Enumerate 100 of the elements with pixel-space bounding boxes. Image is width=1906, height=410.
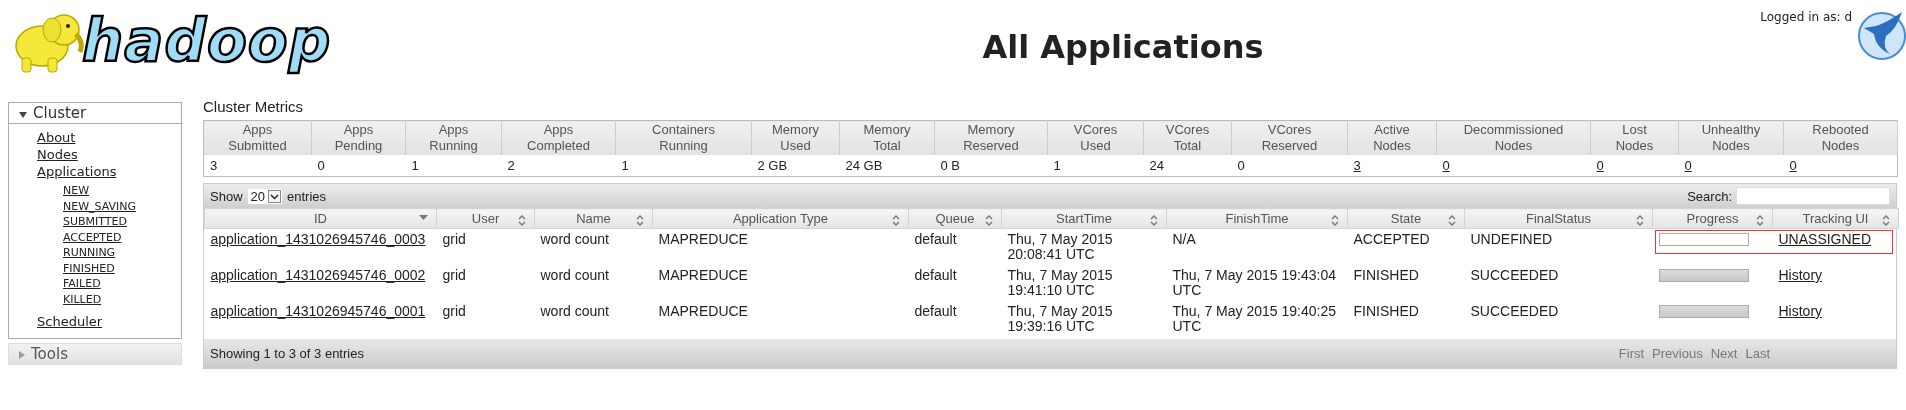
metric-value: 0	[317, 158, 325, 173]
metric-value: 2	[507, 158, 515, 173]
metric-header: Unhealthy Nodes	[1678, 120, 1784, 155]
page-size-select[interactable]: 20	[247, 188, 282, 204]
sort-icon	[1882, 215, 1890, 226]
table-cell: Thu, 7 May 2015 19:41:10 UTC	[1007, 267, 1113, 298]
metric-header: Apps Pending	[311, 120, 406, 155]
state-filter-link[interactable]: KILLED	[63, 291, 102, 307]
tracking-link[interactable]: UNASSIGNED	[1778, 231, 1872, 247]
state-filter-link[interactable]: ACCEPTED	[63, 229, 122, 245]
column-header[interactable]: Name	[534, 208, 653, 229]
metric-value: 3	[210, 158, 218, 173]
metric-header: Rebooted Nodes	[1783, 120, 1898, 155]
state-filter-link[interactable]: SUBMITTED	[63, 214, 127, 230]
state-filter-link[interactable]: NEW_SAVING	[63, 198, 137, 214]
metric-header: Containers Running	[615, 120, 752, 155]
application-id-link[interactable]: application_1431026945746_0003	[210, 231, 426, 247]
table-cell: grid	[442, 303, 466, 319]
column-header[interactable]: Progress	[1652, 208, 1773, 229]
table-cell: default	[914, 267, 957, 283]
section-title: Cluster Metrics	[203, 98, 304, 115]
sidebar-link[interactable]: Scheduler	[37, 313, 103, 330]
table-cell: grid	[442, 267, 466, 283]
metric-value: 24 GB	[845, 158, 883, 173]
sort-icon	[1331, 215, 1339, 226]
table-cell: word count	[540, 231, 609, 247]
table-cell: FINISHED	[1353, 267, 1419, 283]
sidebar-section-header[interactable]: Tools	[9, 344, 181, 364]
sort-icon	[518, 215, 526, 226]
table-cell: MAPREDUCE	[658, 267, 748, 283]
metric-header: Memory Used	[751, 120, 840, 155]
column-header[interactable]: FinishTime	[1166, 208, 1348, 229]
sort-icon	[636, 215, 644, 226]
table-cell: word count	[540, 303, 609, 319]
table-cell: N/A	[1172, 231, 1196, 247]
sort-icon	[1636, 215, 1644, 226]
search-label: Search:	[1687, 188, 1732, 204]
sidebar-section-header[interactable]: Cluster	[9, 103, 181, 124]
metric-header: Apps Submitted	[203, 120, 312, 155]
sort-icon	[1150, 215, 1158, 226]
application-id-link[interactable]: application_1431026945746_0002	[210, 267, 426, 283]
sort-icon	[1448, 215, 1456, 226]
table-cell: Thu, 7 May 2015 19:40:25 UTC	[1172, 303, 1336, 334]
column-header[interactable]: User	[436, 208, 535, 229]
show-label: Show	[210, 188, 243, 204]
column-header[interactable]: FinalStatus	[1464, 208, 1653, 229]
state-filter-link[interactable]: NEW	[63, 183, 90, 199]
caret-down-icon	[19, 112, 27, 118]
table-cell: default	[914, 231, 957, 247]
tracking-link[interactable]: History	[1778, 267, 1823, 283]
metric-header: Lost Nodes	[1590, 120, 1679, 155]
metric-value: 0	[1237, 158, 1245, 173]
table-cell: SUCCEEDED	[1470, 267, 1559, 283]
metric-value: 1	[411, 158, 419, 173]
column-header[interactable]: Queue	[908, 208, 1002, 229]
sidebar-link[interactable]: About	[37, 129, 76, 146]
sort-descending-icon	[419, 215, 428, 220]
column-header[interactable]: Tracking UI	[1772, 208, 1899, 229]
metric-header: VCores Total	[1143, 120, 1232, 155]
table-cell: ACCEPTED	[1353, 231, 1430, 247]
search-field[interactable]	[1736, 187, 1890, 205]
dropdown-caret-icon	[268, 189, 281, 203]
table-cell: SUCCEEDED	[1470, 303, 1559, 319]
table-cell: grid	[442, 231, 466, 247]
table-cell: word count	[540, 267, 609, 283]
table-cell: Thu, 7 May 2015 19:39:16 UTC	[1007, 303, 1113, 334]
metric-header: Memory Total	[839, 120, 935, 155]
entries-info: Showing 1 to 3 of 3 entries	[210, 346, 364, 361]
table-cell: Thu, 7 May 2015 19:43:04 UTC	[1172, 267, 1336, 298]
metric-value: 1	[621, 158, 629, 173]
sort-icon	[1756, 215, 1764, 226]
metric-header: Apps Completed	[501, 120, 616, 155]
metric-value: 2 GB	[757, 158, 788, 173]
table-cell: UNDEFINED	[1470, 231, 1553, 247]
state-filter-link[interactable]: RUNNING	[63, 245, 116, 261]
column-header[interactable]: ID	[204, 208, 437, 229]
entries-label: entries	[287, 188, 327, 204]
tracking-link[interactable]: History	[1778, 303, 1823, 319]
state-filter-link[interactable]: FAILED	[63, 276, 101, 292]
login-text: Logged in as: d	[1760, 9, 1852, 24]
sidebar-link[interactable]: Nodes	[37, 146, 78, 163]
table-cell: Thu, 7 May 2015 20:08:41 UTC	[1007, 231, 1113, 262]
metric-value: 24	[1149, 158, 1164, 173]
state-filter-link[interactable]: FINISHED	[63, 260, 115, 276]
column-header[interactable]: State	[1347, 208, 1465, 229]
metric-link[interactable]: 0	[1442, 158, 1450, 173]
metric-value: 1	[1053, 158, 1061, 173]
metric-link[interactable]: 0	[1789, 158, 1797, 173]
column-header[interactable]: Application Type	[652, 208, 909, 229]
application-id-link[interactable]: application_1431026945746_0001	[210, 303, 426, 319]
metric-header: Apps Running	[405, 120, 502, 155]
metric-link[interactable]: 3	[1353, 158, 1361, 173]
column-header[interactable]: StartTime	[1001, 208, 1167, 229]
metric-value: 0 B	[940, 158, 960, 173]
page-title: All Applications	[981, 27, 1265, 66]
metric-header: Memory Reserved	[934, 120, 1048, 155]
metric-link[interactable]: 0	[1596, 158, 1604, 173]
sidebar-link[interactable]: Applications	[37, 163, 117, 180]
metric-link[interactable]: 0	[1684, 158, 1692, 173]
caret-right-icon	[19, 351, 25, 359]
